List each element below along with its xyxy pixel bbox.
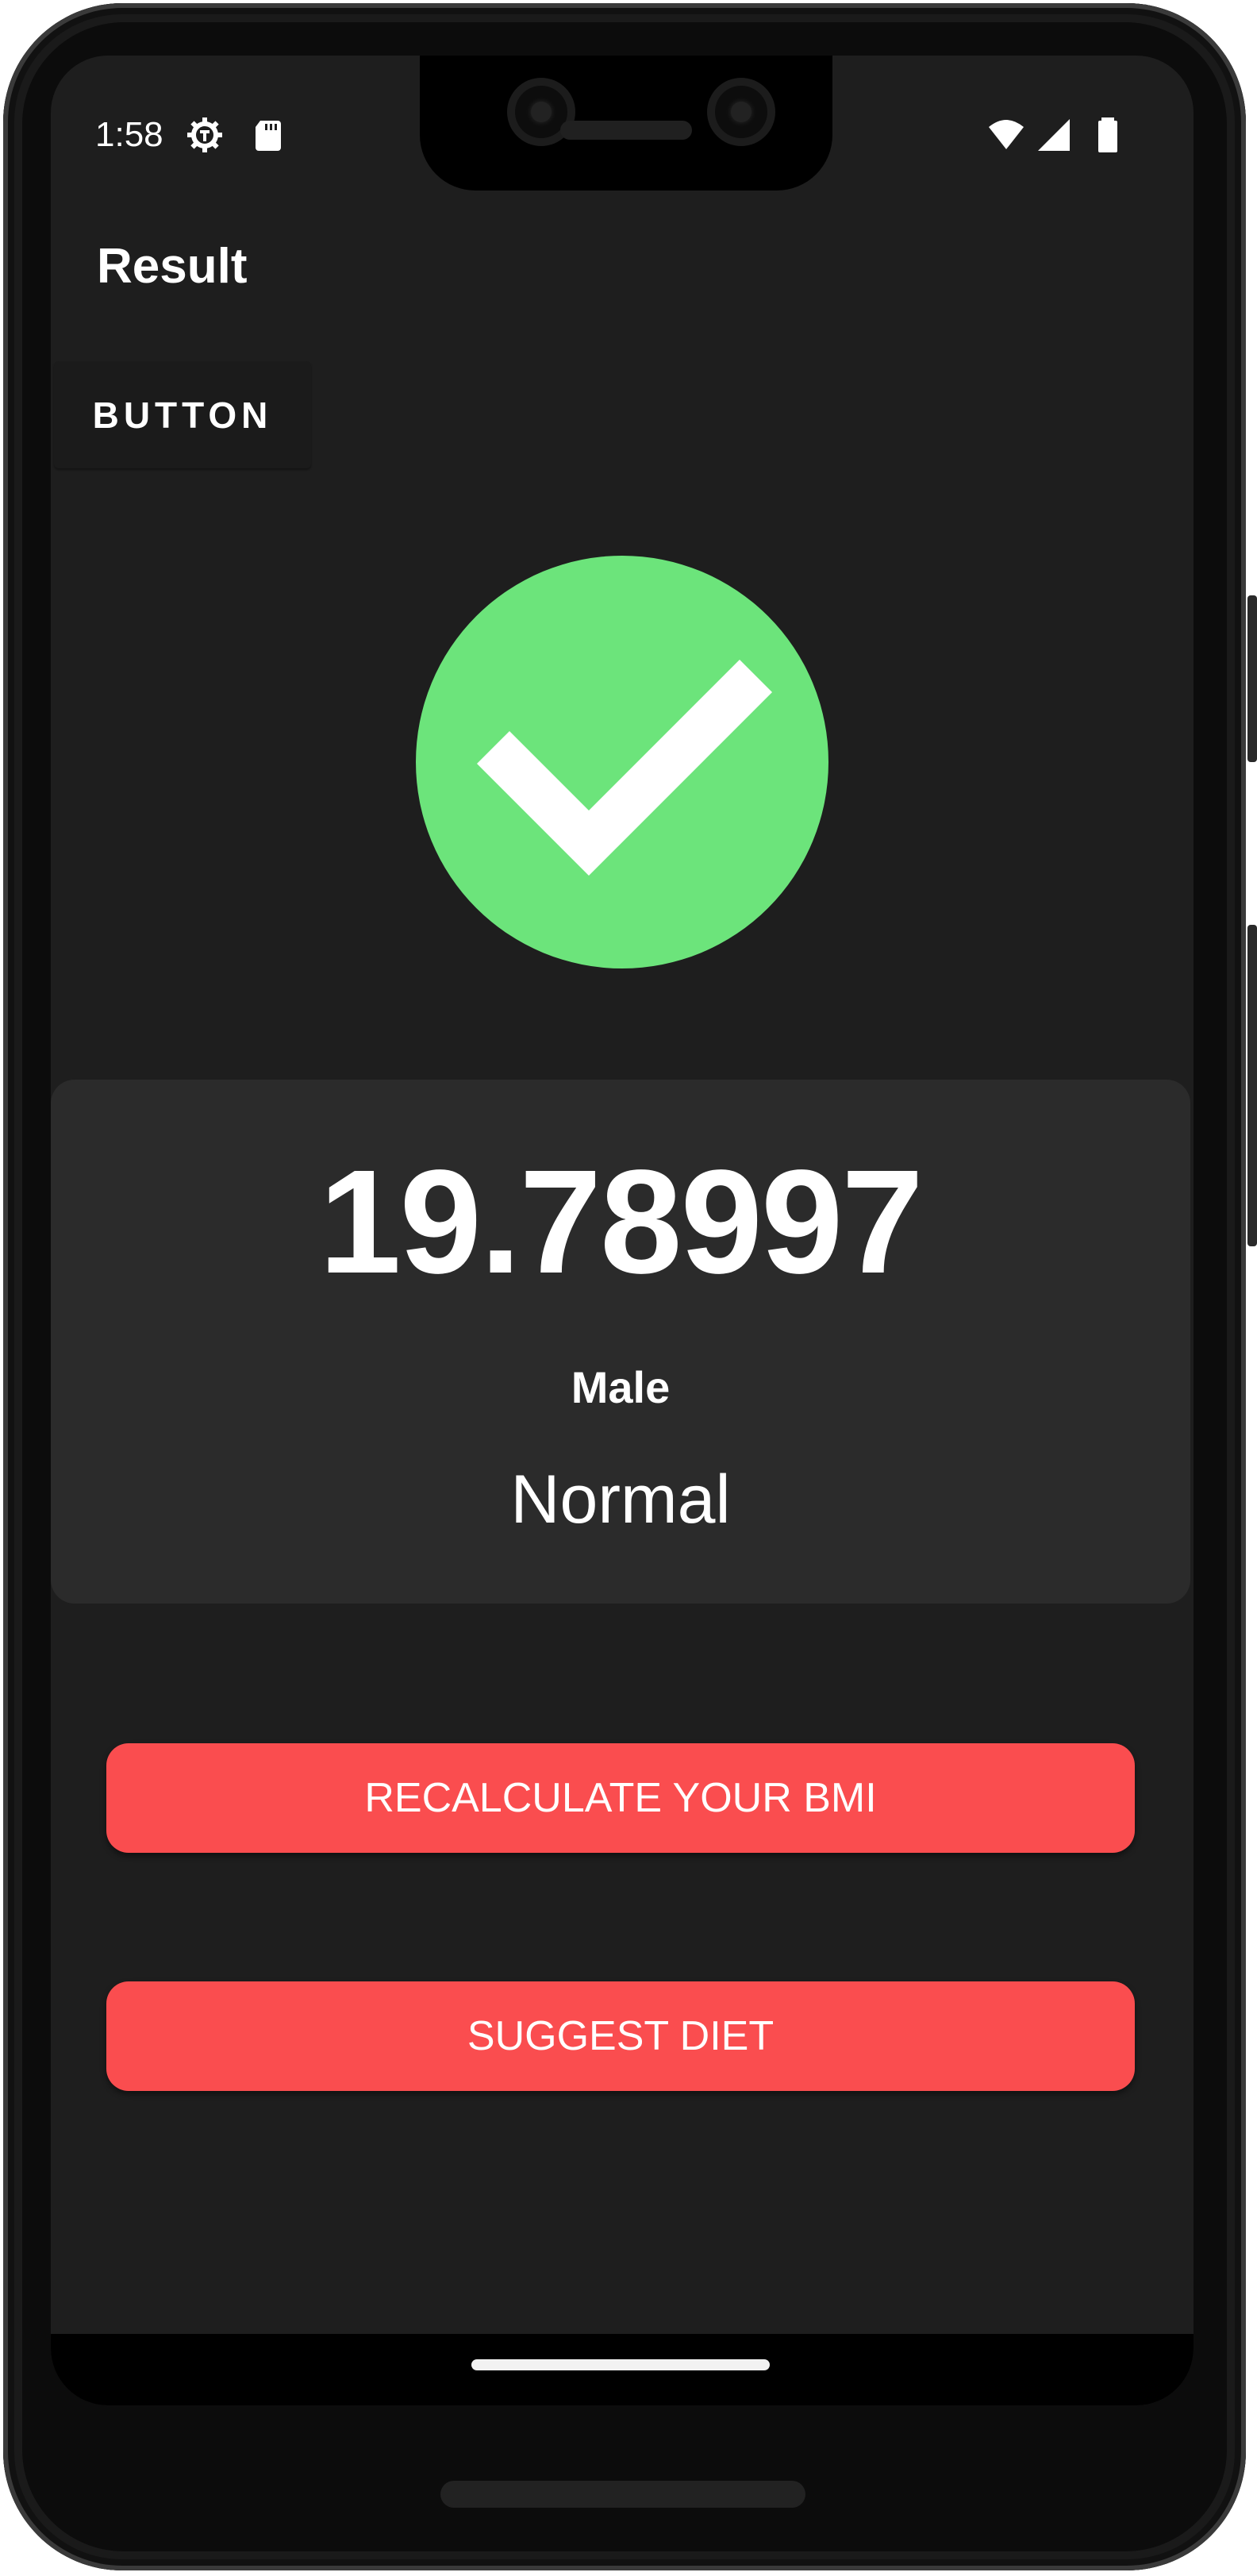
wifi-icon [989,120,1024,149]
front-sensor [707,78,775,146]
power-button [1247,595,1257,762]
suggest-diet-button[interactable]: SUGGEST DIET [106,1981,1135,2091]
earpiece-speaker [560,121,692,140]
home-gesture-pill[interactable] [471,2359,770,2370]
app-screen: 1:58 Result BUTTON 19.78997 Male Normal … [51,56,1194,2405]
result-card: 19.78997 Male Normal [51,1080,1190,1604]
volume-button [1247,925,1257,1246]
settings-icon [187,117,222,152]
bmi-value: 19.78997 [319,1140,924,1304]
check-circle-icon [416,556,828,968]
recalculate-bmi-button[interactable]: RECALCULATE YOUR BMI [106,1743,1135,1853]
sd-card-icon [256,121,281,151]
navigation-bar [51,2334,1194,2405]
bmi-category: Normal [510,1461,731,1538]
status-time: 1:58 [95,115,163,154]
cell-signal-icon [1038,119,1070,151]
gender-label: Male [571,1362,671,1412]
generic-button[interactable]: BUTTON [54,361,311,468]
phone-device: 1:58 Result BUTTON 19.78997 Male Normal … [0,0,1257,2576]
page-title: Result [97,239,248,294]
display-notch [420,56,832,191]
bottom-speaker-grille [440,2481,805,2508]
battery-icon [1098,117,1117,152]
